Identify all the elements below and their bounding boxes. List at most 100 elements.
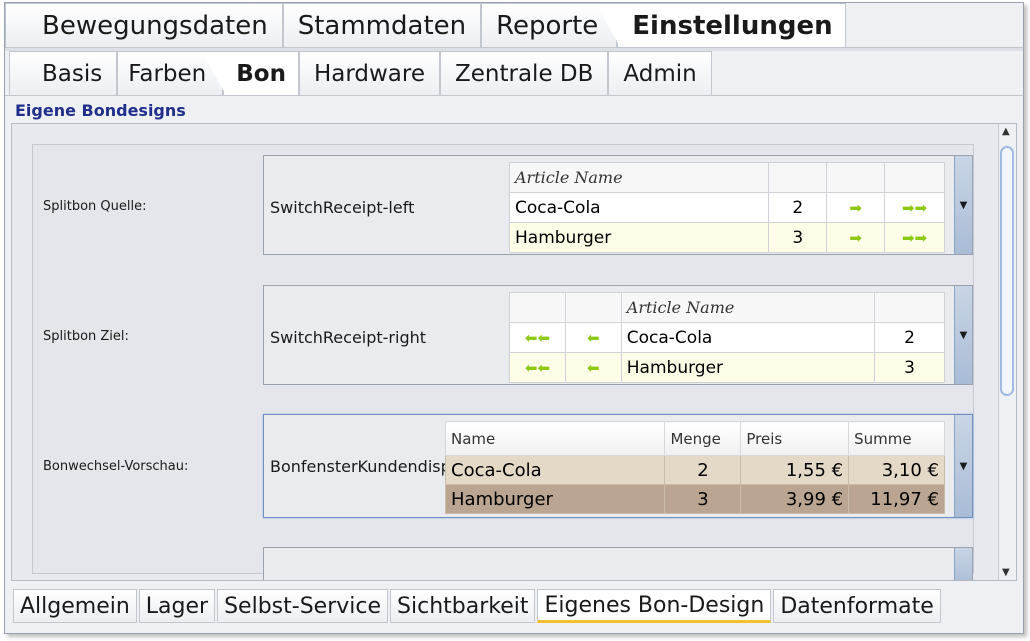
column-header-article-name: Article Name bbox=[508, 162, 770, 193]
tab-eigenes-bon-design[interactable]: Eigenes Bon-Design bbox=[537, 589, 772, 623]
tab-zentrale-db[interactable]: Zentrale DB bbox=[440, 51, 609, 95]
arrow-left-icon[interactable]: ⬅ bbox=[564, 352, 622, 383]
tab-label: Farben bbox=[128, 60, 207, 87]
app-window: Bewegungsdaten Stammdaten Reporte Einste… bbox=[4, 2, 1024, 634]
table-header-row: Article Name bbox=[508, 162, 945, 193]
double-arrow-right-icon[interactable]: ➡➡ bbox=[884, 222, 945, 253]
tab-lager[interactable]: Lager bbox=[138, 589, 216, 623]
bondesign-list: Splitbon Quelle: SwitchReceipt-left Arti… bbox=[32, 144, 974, 580]
row-label-bonwechsel-vorschau: Bonwechsel-Vorschau: bbox=[43, 459, 189, 474]
tab-einstellungen[interactable]: Einstellungen bbox=[596, 3, 846, 47]
article-name: Coca-Cola bbox=[620, 322, 876, 353]
bondesign-panel: Splitbon Quelle: SwitchReceipt-left Arti… bbox=[11, 123, 1017, 581]
article-qty: 3 bbox=[664, 484, 742, 514]
article-name: Hamburger bbox=[620, 352, 876, 383]
tab-label: Bon bbox=[236, 60, 286, 87]
column-header bbox=[509, 292, 566, 323]
column-header bbox=[564, 292, 622, 323]
tab-label: Datenformate bbox=[780, 593, 934, 619]
tab-label: Lager bbox=[145, 593, 209, 619]
scrollbar-thumb[interactable] bbox=[1000, 146, 1014, 396]
bottom-tab-bar: Allgemein Lager Selbst-Service Sichtbark… bbox=[13, 589, 943, 623]
tab-label: Einstellungen bbox=[632, 10, 833, 41]
tab-label: Sichtbarkeit bbox=[397, 593, 529, 619]
design-name: SwitchReceipt-left bbox=[270, 198, 415, 217]
column-header-menge: Menge bbox=[664, 421, 742, 456]
design-select-splitbon-quelle[interactable]: SwitchReceipt-left Article Name Coca-Col… bbox=[263, 155, 973, 255]
tab-divider bbox=[5, 95, 1023, 96]
tab-label: Hardware bbox=[313, 60, 425, 87]
sub-tab-bar: Basis Farben Bon Hardware Zentrale DB Ad… bbox=[9, 51, 712, 95]
scroll-down-icon[interactable]: ▼ bbox=[1002, 567, 1010, 578]
column-header-preis: Preis bbox=[740, 421, 850, 456]
table-row: ⬅⬅ ⬅ Coca-Cola 2 bbox=[509, 322, 945, 353]
table-row: Hamburger 3 ➡ ➡➡ bbox=[508, 222, 945, 253]
arrow-left-icon[interactable]: ⬅ bbox=[564, 322, 622, 353]
tab-selbst-service[interactable]: Selbst-Service bbox=[217, 589, 389, 623]
table-row: Coca-Cola 2 1,55 € 3,10 € bbox=[444, 455, 945, 485]
double-arrow-right-icon[interactable]: ➡➡ bbox=[884, 192, 945, 223]
article-qty: 2 bbox=[768, 192, 828, 223]
column-header bbox=[884, 162, 945, 193]
article-qty: 2 bbox=[874, 322, 945, 353]
article-name: Coca-Cola bbox=[444, 455, 666, 485]
tab-hardware[interactable]: Hardware bbox=[298, 51, 440, 95]
table-row: Hamburger 3 3,99 € 11,97 € bbox=[444, 484, 945, 514]
tab-label: Admin bbox=[623, 60, 697, 87]
column-header bbox=[768, 162, 828, 193]
column-header-summe: Summe bbox=[848, 421, 945, 456]
column-header-article-name: Article Name bbox=[620, 292, 876, 323]
tab-label: Zentrale DB bbox=[455, 60, 594, 87]
article-sum: 11,97 € bbox=[848, 484, 945, 514]
column-header bbox=[826, 162, 886, 193]
preview-table: Article Name ⬅⬅ ⬅ Coca-Cola 2 ⬅⬅ ⬅ Hambu… bbox=[509, 292, 945, 383]
vertical-scrollbar[interactable]: ▲ ▼ bbox=[998, 124, 1016, 580]
double-arrow-left-icon[interactable]: ⬅⬅ bbox=[509, 352, 566, 383]
column-header-name: Name bbox=[444, 421, 666, 456]
article-qty: 3 bbox=[874, 352, 945, 383]
dropdown-arrow-icon[interactable]: ▼ bbox=[954, 156, 972, 254]
tab-label: Reporte bbox=[496, 10, 599, 41]
article-qty: 3 bbox=[768, 222, 828, 253]
dropdown-arrow-icon[interactable]: ▼ bbox=[954, 415, 972, 517]
article-price: 3,99 € bbox=[740, 484, 850, 514]
tab-bewegungsdaten[interactable]: Bewegungsdaten bbox=[5, 3, 283, 47]
design-select-partial[interactable] bbox=[263, 547, 973, 580]
arrow-right-icon[interactable]: ➡ bbox=[826, 222, 886, 253]
table-row: ⬅⬅ ⬅ Hamburger 3 bbox=[509, 352, 945, 383]
preview-table: Article Name Coca-Cola 2 ➡ ➡➡ Hamburger … bbox=[508, 162, 945, 253]
double-arrow-left-icon[interactable]: ⬅⬅ bbox=[509, 322, 566, 353]
table-header-row: Article Name bbox=[509, 292, 945, 323]
tab-basis[interactable]: Basis bbox=[9, 51, 118, 95]
tab-label: Bewegungsdaten bbox=[42, 10, 268, 41]
design-select-splitbon-ziel[interactable]: SwitchReceipt-right Article Name ⬅⬅ ⬅ Co… bbox=[263, 285, 973, 385]
tab-sichtbarkeit[interactable]: Sichtbarkeit bbox=[390, 589, 536, 623]
arrow-right-icon[interactable]: ➡ bbox=[826, 192, 886, 223]
design-name: SwitchReceipt-right bbox=[270, 328, 427, 347]
tab-datenformate[interactable]: Datenformate bbox=[773, 589, 941, 623]
tab-stammdaten[interactable]: Stammdaten bbox=[282, 3, 482, 47]
tab-bon[interactable]: Bon bbox=[202, 51, 299, 95]
row-label-splitbon-ziel: Splitbon Ziel: bbox=[43, 329, 129, 344]
article-qty: 2 bbox=[664, 455, 742, 485]
scroll-up-icon[interactable]: ▲ bbox=[1002, 126, 1010, 137]
table-row: Coca-Cola 2 ➡ ➡➡ bbox=[508, 192, 945, 223]
article-price: 1,55 € bbox=[740, 455, 850, 485]
article-name: Hamburger bbox=[444, 484, 666, 514]
dropdown-arrow-icon[interactable]: ▼ bbox=[954, 286, 972, 384]
tab-label: Eigenes Bon-Design bbox=[544, 592, 765, 618]
row-label-splitbon-quelle: Splitbon Quelle: bbox=[43, 199, 147, 214]
tab-label: Basis bbox=[42, 60, 103, 87]
tab-label: Selbst-Service bbox=[224, 593, 382, 619]
dropdown-arrow-icon[interactable] bbox=[954, 548, 972, 580]
section-title: Eigene Bondesigns bbox=[15, 101, 186, 120]
column-header bbox=[874, 292, 945, 323]
design-name: BonfensterKundendisplay bbox=[270, 457, 475, 476]
tab-allgemein[interactable]: Allgemein bbox=[13, 589, 137, 623]
table-header-row: Name Menge Preis Summe bbox=[444, 421, 945, 456]
tab-label: Stammdaten bbox=[297, 10, 467, 41]
tab-admin[interactable]: Admin bbox=[608, 51, 712, 95]
article-name: Hamburger bbox=[508, 222, 770, 253]
preview-table: Name Menge Preis Summe Coca-Cola 2 1,55 … bbox=[444, 421, 945, 514]
design-select-bonwechsel-vorschau[interactable]: BonfensterKundendisplay Name Menge Preis… bbox=[263, 414, 973, 518]
